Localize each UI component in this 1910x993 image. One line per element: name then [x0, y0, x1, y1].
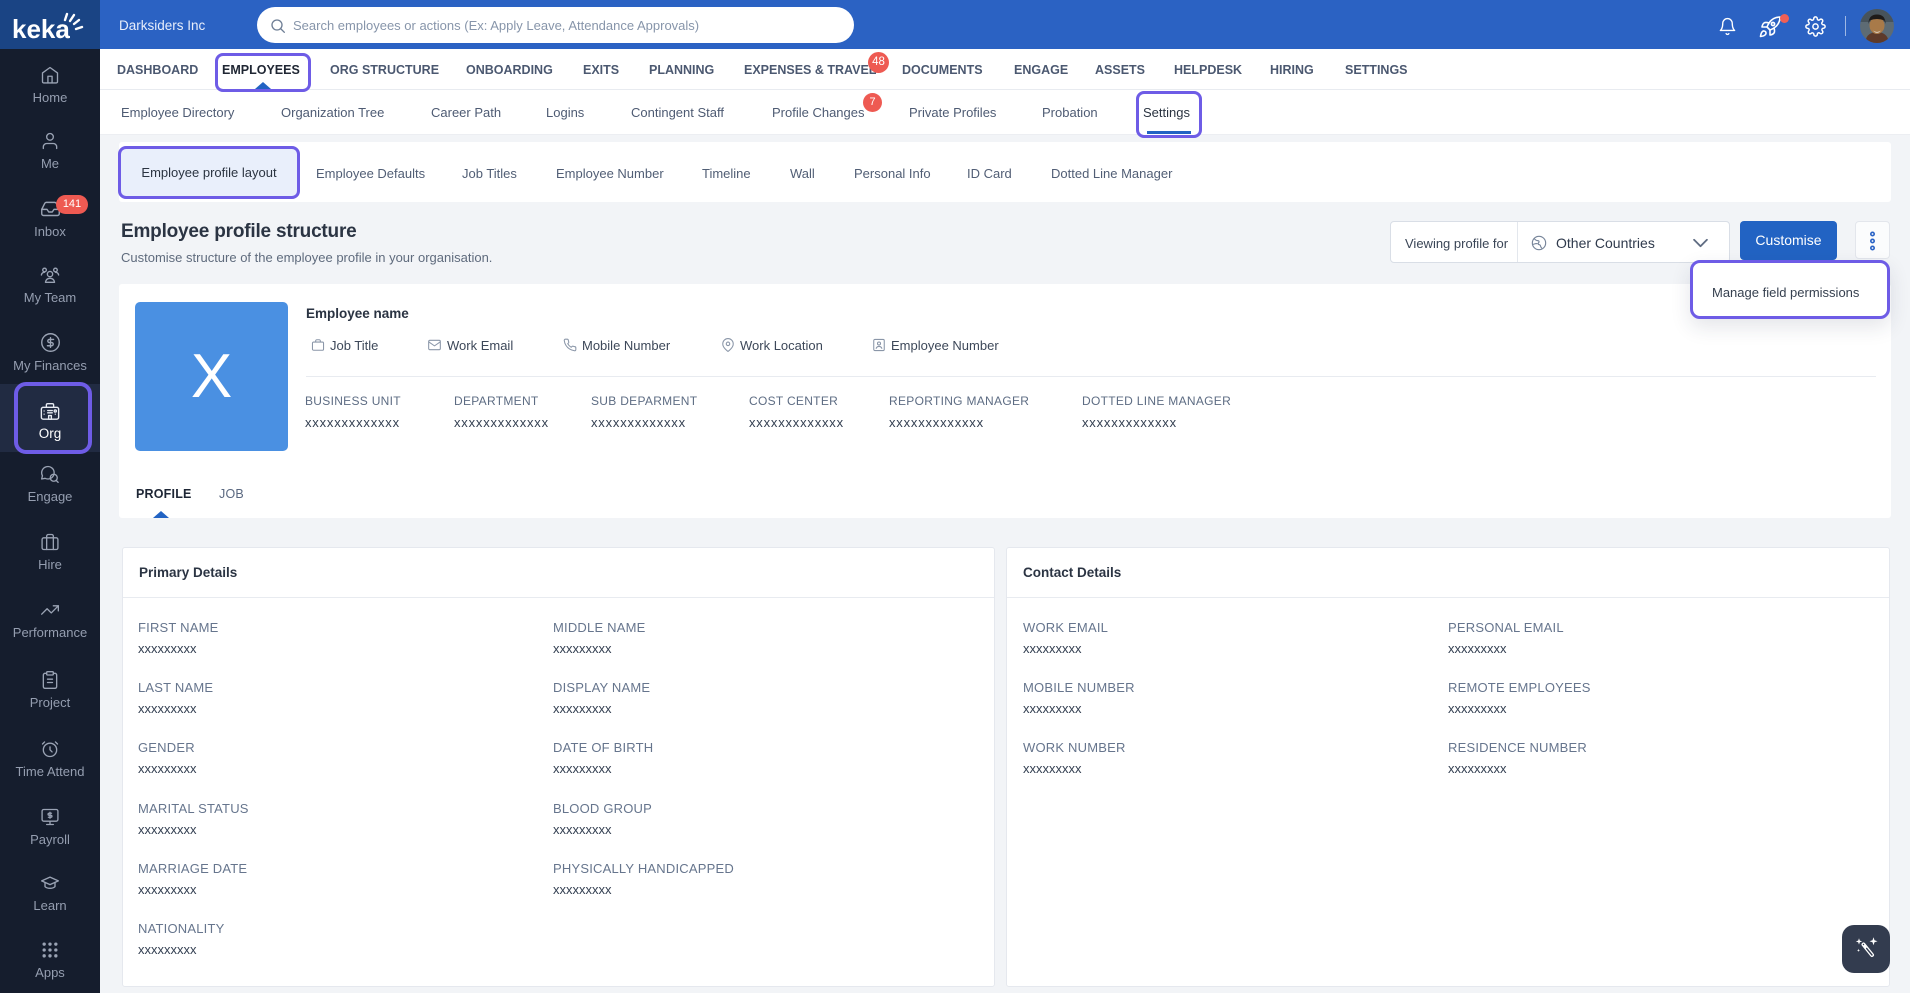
svg-text:keka: keka [12, 14, 70, 42]
